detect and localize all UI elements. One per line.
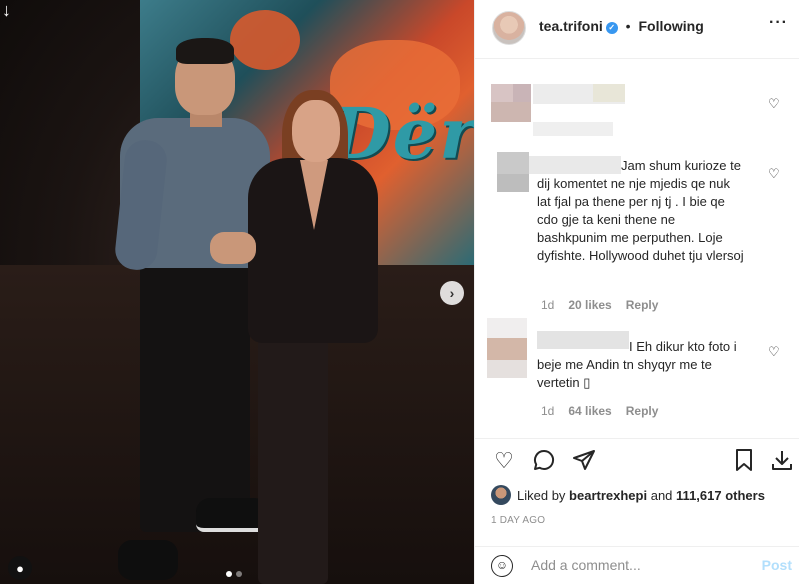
- liked-by-and: and: [650, 487, 673, 503]
- tagged-users-icon[interactable]: ●: [8, 556, 32, 580]
- paper-plane-svg: [573, 450, 595, 470]
- comment-text: Jam shum kurioze te dij komentet ne nje …: [537, 158, 744, 263]
- instagram-post-modal: Dër ↓ › ● tea.trifoni ✓ • Following ··· …: [0, 0, 799, 584]
- liked-by-prefix: Liked by: [517, 487, 566, 503]
- comment-bubble-icon[interactable]: [531, 448, 557, 474]
- add-comment-input[interactable]: [531, 557, 741, 573]
- share-paper-plane-icon[interactable]: [571, 448, 597, 474]
- woman-figure: [300, 160, 328, 230]
- like-heart-icon[interactable]: ♡: [491, 448, 517, 474]
- post-timestamp[interactable]: 1 DAY AGO: [491, 515, 545, 526]
- blurred-avatar: [497, 152, 529, 174]
- following-button[interactable]: Following: [638, 18, 703, 34]
- man-figure: [118, 540, 178, 580]
- like-comment-heart-icon[interactable]: ♡: [768, 344, 782, 359]
- post-header: tea.trifoni ✓ • Following ···: [475, 0, 799, 59]
- blurred-avatar: [487, 318, 527, 338]
- blurred-avatar: [513, 84, 531, 102]
- verified-badge-icon: ✓: [605, 22, 618, 34]
- liked-by-user[interactable]: beartrexhepi: [569, 488, 647, 503]
- hands: [210, 232, 256, 264]
- backdrop-paint: [230, 10, 300, 70]
- avatar[interactable]: [492, 11, 526, 45]
- carousel-dot: [226, 571, 232, 577]
- woman-figure: [258, 338, 328, 584]
- action-bar-divider: [475, 438, 799, 439]
- blurred-avatar: [497, 174, 529, 192]
- post-button[interactable]: Post: [762, 557, 792, 573]
- comment-age: 1d: [541, 298, 555, 312]
- blurred-avatar: [491, 84, 513, 102]
- blurred-avatar: [487, 360, 527, 378]
- reply-button[interactable]: Reply: [626, 298, 659, 312]
- comment-meta: 1d 20 likes Reply: [541, 298, 658, 312]
- man-figure: [176, 38, 234, 64]
- carousel-next-button[interactable]: ›: [440, 281, 464, 305]
- carousel-dot: [236, 571, 242, 577]
- download-icon[interactable]: [769, 448, 795, 474]
- post-photo[interactable]: Dër ↓ › ●: [0, 0, 474, 584]
- likes-count[interactable]: 111,617 others: [676, 488, 765, 503]
- woman-figure: [292, 100, 340, 162]
- like-comment-heart-icon[interactable]: ♡: [768, 96, 782, 111]
- comment-age: 1d: [541, 404, 555, 418]
- blurred-avatar: [487, 338, 527, 360]
- carousel-indicator: [226, 571, 242, 577]
- chevron-right-icon: ›: [449, 285, 455, 301]
- bookmark-svg: [736, 449, 752, 471]
- separator: •: [625, 18, 631, 34]
- comment-likes[interactable]: 64 likes: [568, 404, 611, 418]
- emoji-icon[interactable]: ☺: [491, 555, 513, 577]
- header-line: tea.trifoni ✓ • Following: [539, 18, 704, 34]
- man-figure: [140, 262, 250, 532]
- blurred-avatar: [491, 102, 531, 122]
- more-options-icon[interactable]: ···: [769, 14, 788, 32]
- like-comment-heart-icon[interactable]: ♡: [768, 166, 782, 181]
- bookmark-icon[interactable]: [731, 448, 757, 474]
- comment-likes[interactable]: 20 likes: [568, 298, 611, 312]
- comment-text: I Eh dikur kto foto i beje me Andin tn s…: [537, 339, 737, 390]
- download-arrow-icon[interactable]: ↓: [2, 0, 22, 20]
- comment-bubble-svg: [534, 449, 555, 470]
- download-svg: [772, 451, 792, 470]
- blurred-name: [593, 84, 625, 102]
- post-sidebar: tea.trifoni ✓ • Following ··· ♡ Jam shum …: [474, 0, 799, 584]
- username-link[interactable]: tea.trifoni: [539, 18, 603, 34]
- comment-meta: 1d 64 likes Reply: [541, 404, 658, 418]
- reply-button[interactable]: Reply: [626, 404, 659, 418]
- add-comment-row: ☺ Post: [475, 546, 799, 585]
- avatar[interactable]: [491, 485, 511, 505]
- blurred-text: [533, 122, 613, 136]
- liked-by-line: Liked by beartrexhepi and 111,617 others: [491, 485, 765, 505]
